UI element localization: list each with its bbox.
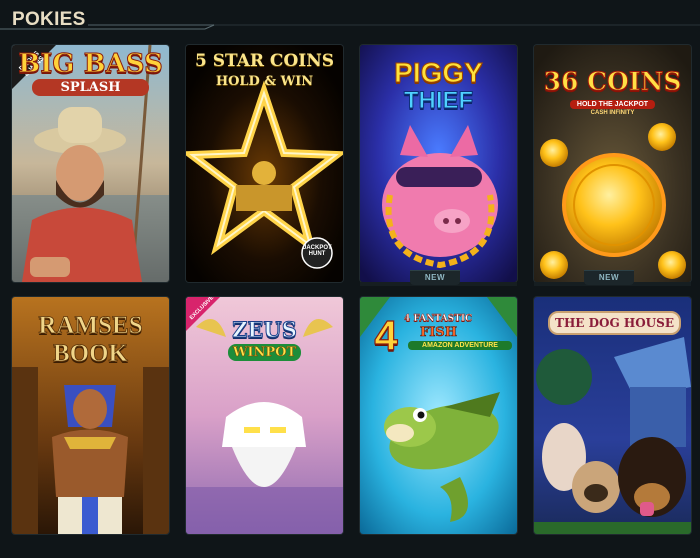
game-tile-big-bass-splash[interactable]: DROPS & WINS BIG BASS SPLASH bbox=[12, 45, 169, 282]
game-title: 5 STAR COINS bbox=[194, 51, 335, 71]
game-title-number: 4 bbox=[374, 312, 399, 359]
game-tile-zeus-winpot[interactable]: EXCLUSIVE ZEUS WINPOT bbox=[186, 297, 343, 534]
game-tile-36-coins[interactable]: 36 COINS HOLD THE JACKPOT CASH INFINITY bbox=[534, 45, 691, 282]
game-tile-ramses-book[interactable]: RAMSES BOOK bbox=[12, 297, 169, 534]
provider-logo-line2: HUNT bbox=[308, 251, 326, 257]
game-title: RAMSES bbox=[38, 312, 143, 339]
game-title: PIGGY bbox=[394, 57, 484, 88]
new-badge: NEW bbox=[584, 270, 634, 285]
game-subtitle: HOLD & WIN bbox=[215, 74, 314, 89]
game-subtitle: BOOK bbox=[52, 340, 129, 367]
provider-logo: JACKPOT HUNT bbox=[303, 245, 332, 257]
game-subtitle: HOLD THE JACKPOT bbox=[570, 100, 655, 109]
game-title: 36 COINS bbox=[543, 67, 682, 96]
game-tile-the-dog-house[interactable]: THE DOG HOUSE bbox=[534, 297, 691, 534]
game-tile-4-fantastic-fish[interactable]: 4 4 FANTASTIC FISH AMAZON ADVENTURE bbox=[360, 297, 517, 534]
game-title: ZEUS bbox=[232, 317, 298, 342]
game-subtitle: SPLASH bbox=[32, 79, 149, 96]
game-title: 4 FANTASTIC bbox=[404, 314, 473, 324]
new-badge: NEW bbox=[410, 270, 460, 285]
game-title: THE DOG HOUSE bbox=[548, 311, 681, 335]
game-tile-piggy-thief[interactable]: PIGGY THIEF bbox=[360, 45, 517, 282]
game-subtitle: WINPOT bbox=[228, 344, 301, 361]
game-subtitle-2: CASH INFINITY bbox=[590, 110, 635, 116]
game-tile-5-star-coins[interactable]: 5 STAR COINS HOLD & WIN JACKPOT HUNT bbox=[186, 45, 343, 282]
game-subtitle: FISH bbox=[420, 325, 458, 340]
game-subtitle: THIEF bbox=[403, 87, 474, 114]
game-subtitle-2: AMAZON ADVENTURE bbox=[408, 341, 512, 350]
game-title: BIG BASS bbox=[18, 49, 164, 79]
games-grid: DROPS & WINS BIG BASS SPLASH 5 STAR COIN… bbox=[0, 0, 700, 558]
